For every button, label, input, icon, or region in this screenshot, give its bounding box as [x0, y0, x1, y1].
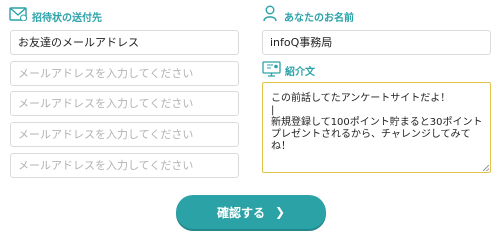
textarea-resize-handle[interactable]: [483, 165, 489, 171]
monitor-chat-icon: [262, 61, 281, 77]
email-field-1[interactable]: お友達のメールアドレス: [10, 30, 239, 55]
invite-label: 招待状の送付先: [32, 13, 102, 24]
envelope-icon: [9, 7, 27, 21]
name-label: あなたのお名前: [284, 13, 354, 24]
email-field-4[interactable]: メールアドレスを入力してください: [10, 122, 239, 147]
confirm-button-label: 確認する: [216, 205, 265, 220]
email-field-2[interactable]: メールアドレスを入力してください: [10, 61, 239, 86]
intro-textarea[interactable]: この前話してたアンケートサイトだよ！ | 新規登録して100ポイント貯まると30…: [262, 82, 491, 173]
chevron-right-icon: ❯: [274, 205, 286, 219]
intro-label: 紹介文: [285, 67, 315, 78]
email-field-5[interactable]: メールアドレスを入力してください: [10, 153, 239, 178]
name-field[interactable]: infoQ事務局: [262, 30, 491, 55]
person-icon: [263, 5, 277, 22]
confirm-button[interactable]: 確認する ❯: [176, 195, 326, 229]
email-field-3[interactable]: メールアドレスを入力してください: [10, 91, 239, 116]
